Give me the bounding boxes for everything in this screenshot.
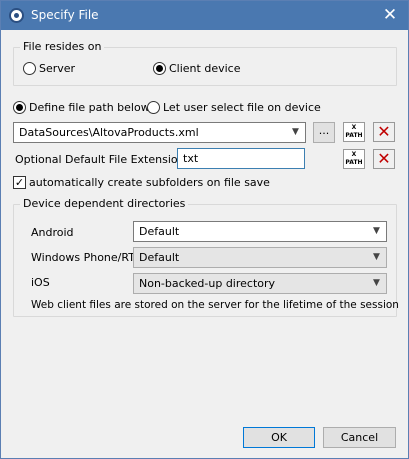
extension-input[interactable]: txt (177, 148, 305, 169)
define-path-radio-label: Define file path below (29, 101, 150, 114)
xpath-icon[interactable]: X PATH (343, 122, 365, 142)
android-dir-value: Default (139, 225, 180, 238)
extension-value: txt (183, 152, 199, 165)
altova-app-icon (9, 8, 24, 23)
user-select-radio[interactable]: Let user select file on device (147, 101, 321, 114)
windows-phone-label: Windows Phone/RT (31, 251, 135, 264)
close-icon[interactable]: ✕ (380, 5, 400, 25)
server-radio-label: Server (39, 62, 76, 75)
cancel-button[interactable]: Cancel (323, 427, 396, 448)
specify-file-dialog: Specify File ✕ File resides on Server Cl… (0, 0, 409, 459)
delete-icon[interactable]: ✕ (373, 149, 395, 169)
subfolders-checkbox[interactable]: ✓ automatically create subfolders on fil… (13, 176, 270, 189)
chevron-down-icon[interactable]: ▼ (370, 250, 383, 265)
chevron-down-icon[interactable]: ▼ (370, 224, 383, 239)
xpath-icon-path: PATH (345, 132, 363, 139)
client-device-radio-dot[interactable] (153, 62, 166, 75)
xpath-icon-path: PATH (345, 159, 363, 166)
define-path-radio-dot[interactable] (13, 101, 26, 114)
xpath-icon-x: X (351, 151, 357, 158)
ios-dir-combo[interactable]: Non-backed-up directory ▼ (133, 273, 387, 294)
user-select-radio-dot[interactable] (147, 101, 160, 114)
chevron-down-icon[interactable]: ▼ (289, 125, 302, 140)
subfolders-checkbox-box[interactable]: ✓ (13, 176, 26, 189)
client-device-radio[interactable]: Client device (153, 62, 240, 75)
ios-dir-value: Non-backed-up directory (139, 277, 276, 290)
ios-label: iOS (31, 276, 50, 289)
xpath-icon[interactable]: X PATH (343, 149, 365, 169)
client-device-radio-label: Client device (169, 62, 241, 75)
chevron-down-icon[interactable]: ▼ (370, 276, 383, 291)
browse-button[interactable]: ... (313, 122, 335, 143)
device-dirs-legend: Device dependent directories (20, 197, 189, 210)
server-radio-dot[interactable] (23, 62, 36, 75)
ok-button[interactable]: OK (243, 427, 315, 448)
xpath-icon-x: X (351, 124, 357, 131)
android-label: Android (31, 226, 74, 239)
window-title: Specify File (31, 8, 99, 22)
windows-phone-dir-combo[interactable]: Default ▼ (133, 247, 387, 268)
server-radio[interactable]: Server (23, 62, 75, 75)
extension-label: Optional Default File Extension (15, 153, 185, 166)
delete-icon[interactable]: ✕ (373, 122, 395, 142)
file-path-value: DataSources\AltovaProducts.xml (19, 126, 199, 139)
device-dirs-note: Web client files are stored on the serve… (31, 299, 399, 311)
file-path-combo[interactable]: DataSources\AltovaProducts.xml ▼ (13, 122, 306, 143)
windows-phone-dir-value: Default (139, 251, 180, 264)
user-select-radio-label: Let user select file on device (163, 101, 321, 114)
define-path-radio[interactable]: Define file path below (13, 101, 150, 114)
subfolders-checkbox-label: automatically create subfolders on file … (29, 176, 270, 189)
android-dir-combo[interactable]: Default ▼ (133, 221, 387, 242)
file-location-legend: File resides on (20, 40, 105, 53)
title-bar[interactable]: Specify File ✕ (1, 1, 408, 30)
